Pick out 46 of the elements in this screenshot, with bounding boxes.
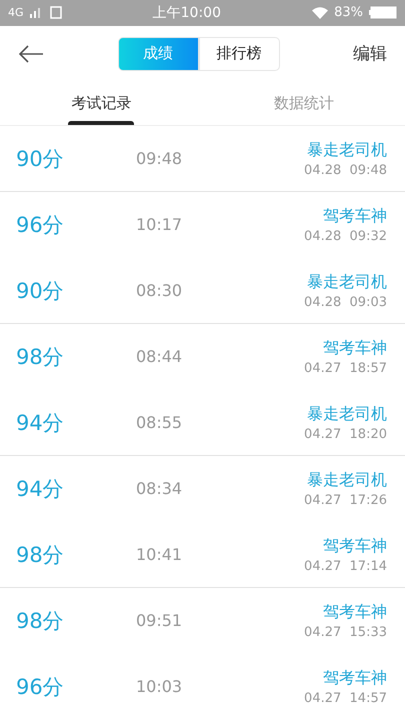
player-name: 驾考车神 xyxy=(323,668,387,689)
duration: 08:44 xyxy=(136,347,184,366)
duration: 08:34 xyxy=(136,479,184,498)
duration: 08:55 xyxy=(136,413,184,432)
score: 98分 xyxy=(16,608,65,635)
duration: 08:30 xyxy=(136,281,184,300)
score: 90分 xyxy=(16,278,65,305)
status-time: 上午10:00 xyxy=(152,4,222,22)
player-name: 驾考车神 xyxy=(323,602,387,623)
record-date: 04.27 18:20 xyxy=(304,426,387,442)
tab[interactable]: 考试记录 xyxy=(0,81,202,126)
record-date: 04.27 18:57 xyxy=(304,360,387,376)
battery-icon xyxy=(369,6,397,20)
score: 96分 xyxy=(16,212,65,239)
score: 94分 xyxy=(16,476,65,503)
player-name: 驾考车神 xyxy=(323,536,387,557)
record-date: 04.27 17:26 xyxy=(304,492,387,508)
record-date: 04.28 09:32 xyxy=(304,228,387,244)
player-name: 暴走老司机 xyxy=(307,140,387,161)
score: 90分 xyxy=(16,146,65,173)
edit-button[interactable]: 编辑 xyxy=(353,42,387,66)
duration: 09:51 xyxy=(136,611,184,630)
wifi-icon xyxy=(312,6,328,19)
player-name: 驾考车神 xyxy=(323,206,387,227)
record-date: 04.28 09:03 xyxy=(304,294,387,310)
record-date: 04.27 15:33 xyxy=(304,624,387,640)
duration: 10:03 xyxy=(136,677,184,696)
player-name: 暴走老司机 xyxy=(307,404,387,425)
score: 98分 xyxy=(16,542,65,569)
sim-icon xyxy=(50,6,62,20)
back-icon[interactable] xyxy=(18,44,44,63)
score: 98分 xyxy=(16,344,65,371)
network-label: 4G xyxy=(8,6,24,20)
record-date: 04.27 14:57 xyxy=(304,690,387,706)
record-date: 04.28 09:48 xyxy=(304,162,387,178)
duration: 09:48 xyxy=(136,149,184,168)
score: 96分 xyxy=(16,674,65,701)
player-name: 暴走老司机 xyxy=(307,470,387,491)
player-name: 驾考车神 xyxy=(323,338,387,359)
record-date: 04.27 17:14 xyxy=(304,558,387,574)
duration: 10:17 xyxy=(136,215,184,234)
battery-percent: 83% xyxy=(334,5,363,20)
duration: 10:41 xyxy=(136,545,184,564)
player-name: 暴走老司机 xyxy=(307,272,387,293)
score: 94分 xyxy=(16,410,65,437)
segment-tab[interactable]: 排行榜 xyxy=(198,36,280,71)
